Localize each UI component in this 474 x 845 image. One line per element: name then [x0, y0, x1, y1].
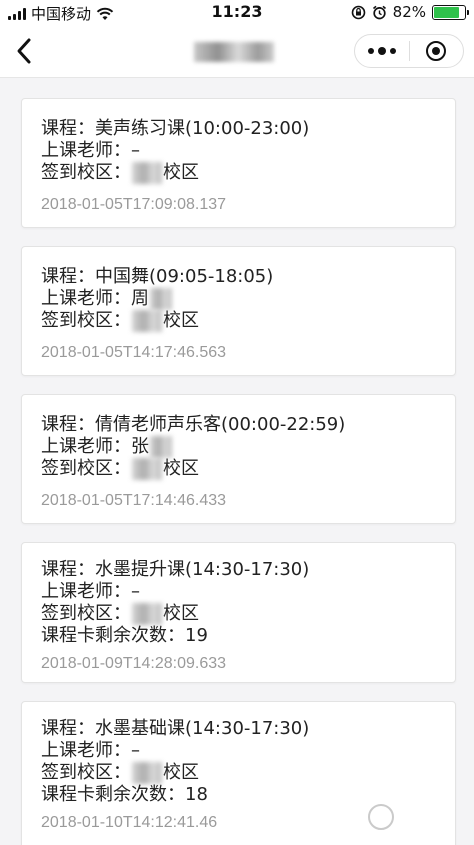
record-close-icon	[426, 41, 447, 61]
teacher-label: 上课老师：	[41, 740, 131, 761]
teacher-line: 上课老师：–	[41, 740, 140, 762]
close-button[interactable]	[409, 35, 463, 67]
record-timestamp: 2018-01-09T14:28:09.633	[41, 655, 227, 672]
teacher-label: 上课老师：	[41, 581, 131, 602]
campus-line: 签到校区： 校区	[41, 762, 199, 784]
campus-line: 签到校区： 校区	[41, 162, 199, 184]
status-right: 82%	[351, 3, 469, 21]
campus-redacted	[132, 458, 162, 480]
more-dots-icon	[367, 48, 374, 54]
more-button[interactable]	[355, 35, 409, 67]
remaining-count-line: 课程卡剩余次数：18	[41, 784, 208, 805]
teacher-label: 上课老师：	[41, 140, 131, 161]
mini-program-capsule	[354, 34, 464, 68]
campus-suffix: 校区	[163, 310, 199, 331]
campus-suffix: 校区	[163, 458, 199, 479]
teacher-line: 上课老师：–	[41, 581, 140, 603]
campus-suffix: 校区	[163, 162, 199, 183]
record-card[interactable]: 课程：美声练习课(10:00-23:00) 上课老师：– 签到校区： 校区 201…	[21, 98, 456, 228]
page-title-redacted	[194, 42, 274, 62]
course-line: 课程：水墨基础课(14:30-17:30)	[41, 718, 310, 739]
record-card[interactable]: 课程：水墨基础课(14:30-17:30) 上课老师：– 签到校区： 校区 课程卡…	[21, 701, 456, 845]
record-timestamp: 2018-01-05T14:17:46.563	[41, 344, 227, 361]
battery-icon	[432, 4, 469, 20]
record-card[interactable]: 课程：水墨提升课(14:30-17:30) 上课老师：– 签到校区： 校区 课程卡…	[21, 542, 456, 683]
teacher-label: 上课老师：	[41, 436, 131, 457]
campus-redacted	[132, 603, 162, 625]
chevron-left-icon	[17, 38, 31, 64]
record-timestamp: 2018-01-05T17:09:08.137	[41, 196, 227, 213]
campus-label: 签到校区：	[41, 162, 131, 183]
back-button[interactable]	[10, 36, 40, 66]
campus-line: 签到校区： 校区	[41, 458, 199, 480]
remaining-count-line: 课程卡剩余次数：19	[41, 625, 208, 646]
alarm-icon	[372, 5, 386, 19]
teacher-line: 上课老师：张	[41, 436, 173, 458]
teacher-redacted	[150, 288, 172, 310]
campus-label: 签到校区：	[41, 310, 131, 331]
record-timestamp: 2018-01-10T14:12:41.46	[41, 814, 218, 831]
course-line: 课程：水墨提升课(14:30-17:30)	[41, 559, 310, 580]
teacher-value: –	[131, 740, 140, 761]
orientation-lock-icon	[351, 5, 365, 19]
course-line: 课程：倩倩老师声乐客(00:00-22:59)	[41, 414, 346, 435]
teacher-value: –	[131, 140, 140, 161]
checkin-record-list: 课程：美声练习课(10:00-23:00) 上课老师：– 签到校区： 校区 201…	[0, 78, 474, 845]
teacher-value: 周	[131, 288, 149, 309]
campus-label: 签到校区：	[41, 762, 131, 783]
campus-redacted	[132, 162, 162, 184]
record-card[interactable]: 课程：倩倩老师声乐客(00:00-22:59) 上课老师：张 签到校区： 校区 2…	[21, 394, 456, 524]
campus-suffix: 校区	[163, 603, 199, 624]
record-timestamp: 2018-01-05T17:14:46.433	[41, 492, 227, 509]
teacher-value: 张	[131, 436, 149, 457]
battery-percent: 82%	[392, 3, 426, 21]
campus-redacted	[132, 310, 162, 332]
campus-line: 签到校区： 校区	[41, 310, 199, 332]
campus-label: 签到校区：	[41, 458, 131, 479]
campus-label: 签到校区：	[41, 603, 131, 624]
course-line: 课程：美声练习课(10:00-23:00)	[41, 118, 310, 139]
record-card[interactable]: 课程：中国舞(09:05-18:05) 上课老师：周 签到校区： 校区 2018-…	[21, 246, 456, 376]
teacher-line: 上课老师：周	[41, 288, 173, 310]
campus-suffix: 校区	[163, 762, 199, 783]
campus-redacted	[132, 762, 162, 784]
teacher-redacted	[150, 436, 172, 458]
teacher-value: –	[131, 581, 140, 602]
campus-line: 签到校区： 校区	[41, 603, 199, 625]
status-bar: 中国移动 11:23 82%	[0, 0, 474, 24]
teacher-label: 上课老师：	[41, 288, 131, 309]
nav-bar	[0, 24, 474, 78]
course-line: 课程：中国舞(09:05-18:05)	[41, 266, 274, 287]
teacher-line: 上课老师：–	[41, 140, 140, 162]
